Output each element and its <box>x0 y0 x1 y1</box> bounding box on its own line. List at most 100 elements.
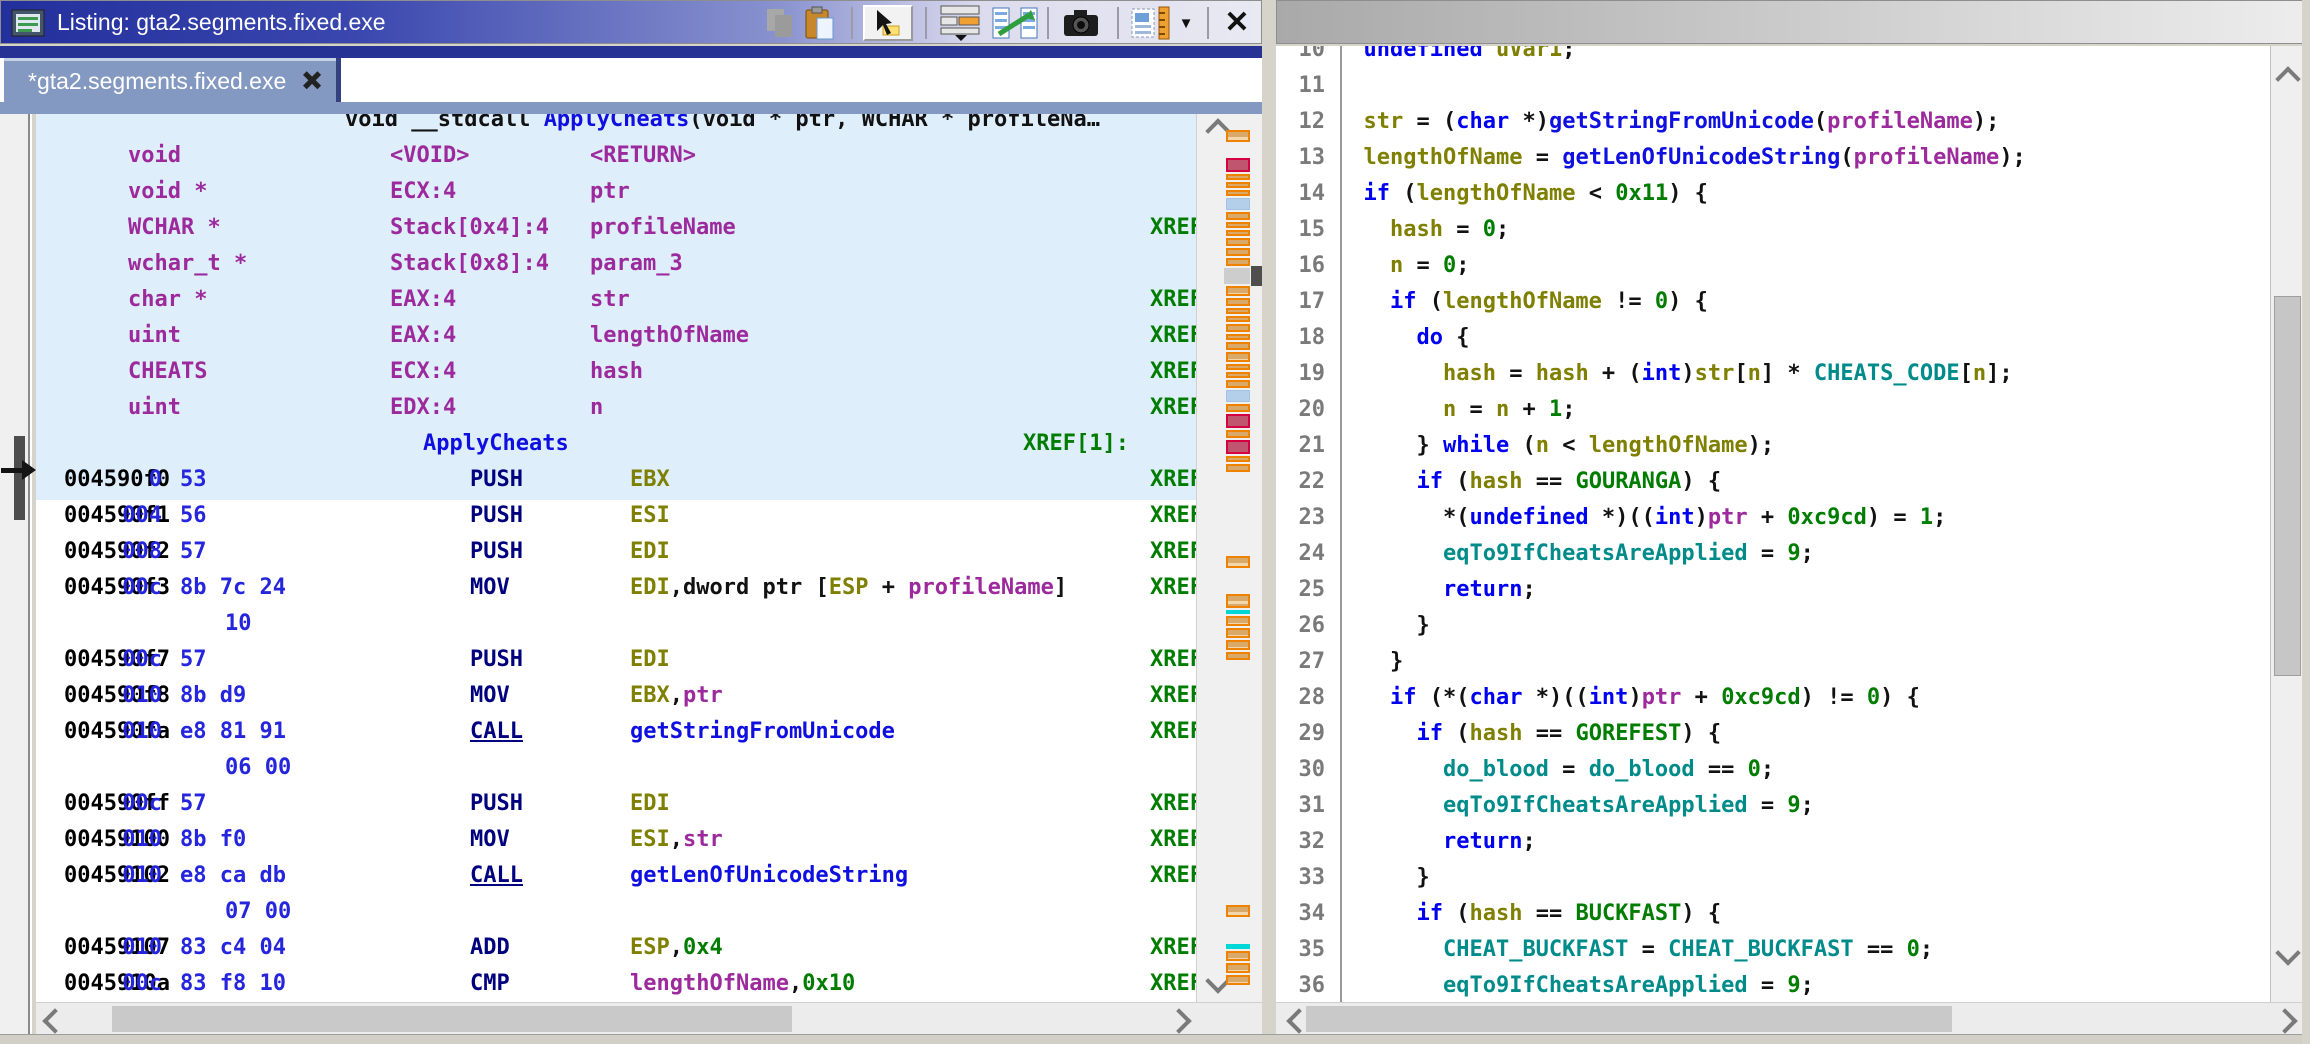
asm-row[interactable]: 004590f0530PUSHEBXXREF <box>36 462 1196 498</box>
variable-row[interactable]: uintEAX:4lengthOfNameXREF <box>36 318 1196 354</box>
decompile-line[interactable]: 35 CHEAT_BUCKFAST = CHEAT_BUCKFAST == 0; <box>1276 932 2270 968</box>
navigation-marker[interactable] <box>1226 174 1250 180</box>
decompile-code-view[interactable]: 10 undefined uVar1;1112 str = (char *)ge… <box>1276 46 2270 1002</box>
listing-hscrollbar[interactable] <box>36 1002 1262 1034</box>
navigation-marker[interactable] <box>1226 238 1250 246</box>
decompile-line[interactable]: 27 } <box>1276 644 2270 680</box>
scroll-up-icon[interactable] <box>2275 66 2300 91</box>
navigation-marker[interactable] <box>1226 342 1250 350</box>
snapshot-button[interactable] <box>1061 5 1101 41</box>
decompile-hscrollbar[interactable] <box>1276 1002 2302 1034</box>
navigation-marker[interactable] <box>1226 258 1250 266</box>
scroll-down-icon[interactable] <box>2275 940 2300 965</box>
navigation-marker[interactable] <box>1226 390 1250 402</box>
listing-titlebar[interactable]: Listing: gta2.segments.fixed.exe ▼ <box>0 0 1262 44</box>
decompile-line[interactable]: 32 return; <box>1276 824 2270 860</box>
navigation-marker[interactable] <box>1226 308 1250 314</box>
decompile-titlebar[interactable]: Cf Decompile: ApplyCheats - (gta2.segmen… <box>1276 0 2310 44</box>
navigation-marker[interactable] <box>1226 430 1250 438</box>
paste-button[interactable] <box>801 5 841 41</box>
decompile-line[interactable]: 29 if (hash == GOREFEST) { <box>1276 716 2270 752</box>
decompile-line[interactable]: 22 if (hash == GOURANGA) { <box>1276 464 2270 500</box>
navigation-marker[interactable] <box>1226 158 1250 172</box>
navigation-marker[interactable] <box>1226 334 1250 340</box>
decompile-line[interactable]: 30 do_blood = do_blood == 0; <box>1276 752 2270 788</box>
asm-row[interactable]: 00459102e8 ca db010CALLgetLenOfUnicodeSt… <box>36 858 1196 894</box>
navigation-marker[interactable] <box>1226 404 1250 412</box>
decompile-hscroll-thumb[interactable] <box>1306 1006 1952 1032</box>
navigation-marker[interactable] <box>1226 372 1250 378</box>
navigation-marker[interactable] <box>1226 198 1250 210</box>
navigation-marker[interactable] <box>1226 975 1250 985</box>
asm-row[interactable]: 004590f75700cPUSHEDIXREF <box>36 642 1196 678</box>
navigation-marker[interactable] <box>1226 222 1250 228</box>
variable-row[interactable]: CHEATSECX:4hashXREF <box>36 354 1196 390</box>
asm-row[interactable]: 10 <box>36 606 1196 642</box>
navigation-marker[interactable] <box>1226 456 1250 462</box>
decompile-line[interactable]: 16 n = 0; <box>1276 248 2270 284</box>
decompile-vscrollbar[interactable] <box>2270 46 2302 1002</box>
navigation-marker[interactable] <box>1226 464 1250 472</box>
decompile-line[interactable]: 12 str = (char *)getStringFromUnicode(pr… <box>1276 104 2270 140</box>
scroll-left-icon[interactable] <box>42 1008 67 1033</box>
navigation-marker[interactable] <box>1226 944 1250 949</box>
listing-marker-margin[interactable] <box>1196 114 1262 1002</box>
edit-fields-button[interactable] <box>937 5 985 41</box>
decompile-line[interactable]: 17 if (lengthOfName != 0) { <box>1276 284 2270 320</box>
asm-row[interactable]: 004590ff5700cPUSHEDIXREF <box>36 786 1196 822</box>
navigation-marker[interactable] <box>1226 364 1250 370</box>
asm-row[interactable]: 004590f257008PUSHEDIXREF <box>36 534 1196 570</box>
variable-row[interactable]: void *ECX:4ptr <box>36 174 1196 210</box>
variable-row[interactable]: uintEDX:4nXREF <box>36 390 1196 426</box>
decompile-line[interactable]: 28 if (*(char *)((int)ptr + 0xc9cd) != 0… <box>1276 680 2270 716</box>
navigation-marker[interactable] <box>1226 380 1250 388</box>
navigation-marker[interactable] <box>1226 212 1250 220</box>
decompile-line[interactable]: 36 eqTo9IfCheatsAreApplied = 9; <box>1276 968 2270 1002</box>
decompile-line[interactable]: 33 } <box>1276 860 2270 896</box>
decompile-line[interactable]: 20 n = n + 1; <box>1276 392 2270 428</box>
window-splitter[interactable] <box>1262 0 1276 1044</box>
decompile-line[interactable]: 31 eqTo9IfCheatsAreApplied = 9; <box>1276 788 2270 824</box>
variable-row[interactable]: WCHAR *Stack[0x4]:4profileNameXREF <box>36 210 1196 246</box>
navigation-marker[interactable] <box>1226 190 1250 196</box>
decompile-line[interactable]: 14 if (lengthOfName < 0x11) { <box>1276 176 2270 212</box>
navigation-marker[interactable] <box>1226 316 1250 322</box>
decompile-line[interactable]: 13 lengthOfName = getLenOfUnicodeString(… <box>1276 140 2270 176</box>
variable-row[interactable]: char *EAX:4strXREF <box>36 282 1196 318</box>
asm-row[interactable]: 004590f38b 7c 2400cMOVEDI,dword ptr [ESP… <box>36 570 1196 606</box>
decompile-vscroll-thumb[interactable] <box>2274 296 2301 676</box>
navigation-marker[interactable] <box>1226 248 1250 256</box>
asm-row[interactable]: 004590f88b d9010MOVEBX,ptrXREF <box>36 678 1196 714</box>
margin-dropdown-button[interactable]: ▼ <box>1173 5 1199 41</box>
navigation-marker[interactable] <box>1226 652 1250 660</box>
navigation-marker[interactable] <box>1226 440 1250 454</box>
asm-row[interactable]: 07 00 <box>36 894 1196 930</box>
decompile-line[interactable]: 15 hash = 0; <box>1276 212 2270 248</box>
scroll-right-icon[interactable] <box>2272 1008 2297 1033</box>
listing-hscroll-thumb[interactable] <box>112 1006 792 1032</box>
decompile-line[interactable]: 26 } <box>1276 608 2270 644</box>
navigation-marker[interactable] <box>1226 298 1250 306</box>
navigation-marker[interactable] <box>1226 610 1250 614</box>
navigation-marker[interactable] <box>1226 628 1250 638</box>
decompile-line[interactable]: 23 *(undefined *)((int)ptr + 0xc9cd) = 1… <box>1276 500 2270 536</box>
variable-row[interactable]: wchar_t *Stack[0x8]:4param_3 <box>36 246 1196 282</box>
navigation-marker[interactable] <box>1226 594 1250 608</box>
asm-row[interactable]: 004591008b f0010MOVESI,strXREF <box>36 822 1196 858</box>
decompile-line[interactable]: 19 hash = hash + (int)str[n] * CHEATS_CO… <box>1276 356 2270 392</box>
asm-row[interactable]: 004590fae8 81 91010CALLgetStringFromUnic… <box>36 714 1196 750</box>
decompile-line[interactable]: 24 eqTo9IfCheatsAreApplied = 9; <box>1276 536 2270 572</box>
navigation-marker[interactable] <box>1226 182 1250 188</box>
navigation-marker[interactable] <box>1226 130 1250 142</box>
decompile-line[interactable]: 10 undefined uVar1; <box>1276 46 2270 68</box>
navigation-marker[interactable] <box>1226 905 1250 917</box>
navigation-marker[interactable] <box>1226 963 1250 973</box>
navigation-marker[interactable] <box>1226 230 1250 236</box>
asm-row[interactable]: 0045910a83 f8 1000cCMPlengthOfName,0x10X… <box>36 966 1196 1002</box>
decompile-line[interactable]: 21 } while (n < lengthOfName); <box>1276 428 2270 464</box>
function-label-row[interactable]: ApplyCheatsXREF[1]: <box>36 426 1196 462</box>
copy-button[interactable] <box>761 5 801 41</box>
navigation-marker[interactable] <box>1226 951 1250 961</box>
asm-row[interactable]: 06 00 <box>36 750 1196 786</box>
listing-vscroll-thumb[interactable] <box>1224 268 1250 284</box>
